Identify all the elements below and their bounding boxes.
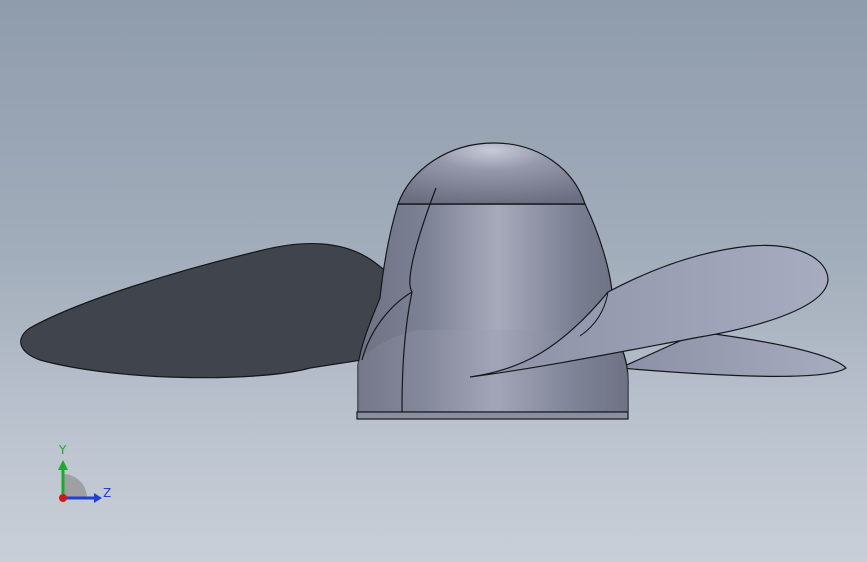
triad-x-axis-dot <box>59 494 67 502</box>
hub-base-flange[interactable] <box>356 411 629 420</box>
triad-z-arrowhead <box>94 493 102 503</box>
propeller-model[interactable] <box>0 0 867 562</box>
blade-left[interactable] <box>20 242 414 379</box>
triad-plane-quarter <box>63 474 87 498</box>
triad-y-label: Y <box>58 443 67 457</box>
triad-z-label: Z <box>103 486 111 500</box>
triad-y-arrowhead <box>58 460 68 470</box>
hub-dome-cap[interactable] <box>397 142 586 205</box>
cad-graphics-viewport[interactable]: Y Z <box>0 0 867 562</box>
reference-triad[interactable]: Y Z <box>40 438 120 510</box>
